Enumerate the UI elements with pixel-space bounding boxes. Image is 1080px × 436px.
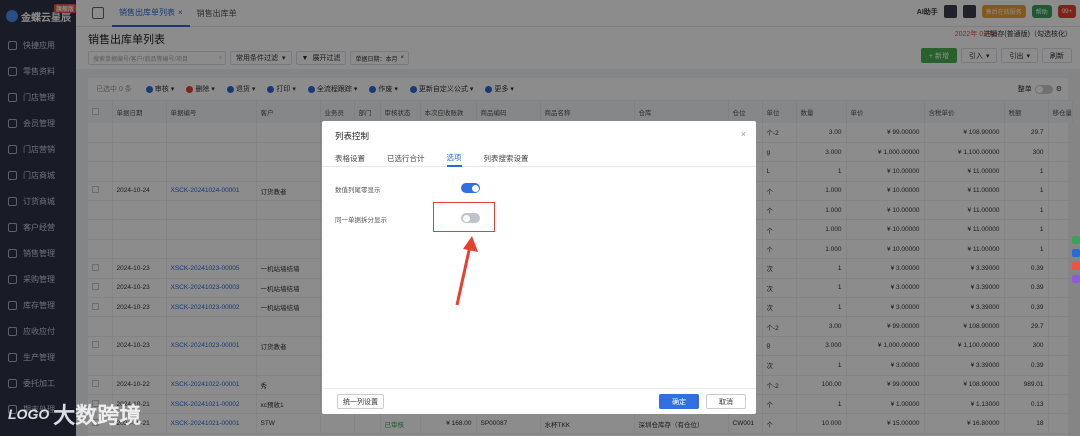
right-float-toolbar (1072, 236, 1080, 283)
watermark: LOGO 大数跨境 (8, 398, 141, 430)
confirm-button[interactable]: 确定 (659, 394, 699, 409)
tab-table-settings[interactable]: 表格设置 (335, 150, 365, 167)
toggle-knob (471, 184, 479, 192)
watermark-text: 大数跨境 (53, 403, 142, 428)
cancel-button[interactable]: 取消 (706, 394, 746, 409)
float-icon[interactable] (1072, 262, 1080, 270)
dialog-title: 列表控制 (335, 131, 370, 141)
float-icon[interactable] (1072, 275, 1080, 283)
float-icon[interactable] (1072, 249, 1080, 257)
split-display-label: 同一单据拆分显示 (335, 217, 387, 224)
list-control-dialog: 列表控制 × 表格设置 已选行合计 选项 列表搜索设置 数值列尾零显示 同一单据… (322, 121, 756, 414)
dialog-footer: 统一列设置 确定 取消 (322, 388, 756, 414)
trailing-zero-toggle[interactable] (461, 183, 480, 193)
close-icon[interactable]: × (741, 129, 746, 139)
watermark-logo: LOGO (8, 406, 50, 422)
tab-options[interactable]: 选项 (446, 150, 462, 167)
unify-column-settings-button[interactable]: 统一列设置 (337, 394, 384, 409)
trailing-zero-label: 数值列尾零显示 (335, 187, 381, 194)
float-icon[interactable] (1072, 236, 1080, 244)
dialog-tabs: 表格设置 已选行合计 选项 列表搜索设置 (322, 150, 756, 167)
tab-selected-total[interactable]: 已选行合计 (387, 150, 425, 167)
annotation-highlight-box (433, 202, 495, 232)
tab-list-search-settings[interactable]: 列表搜索设置 (484, 150, 529, 167)
